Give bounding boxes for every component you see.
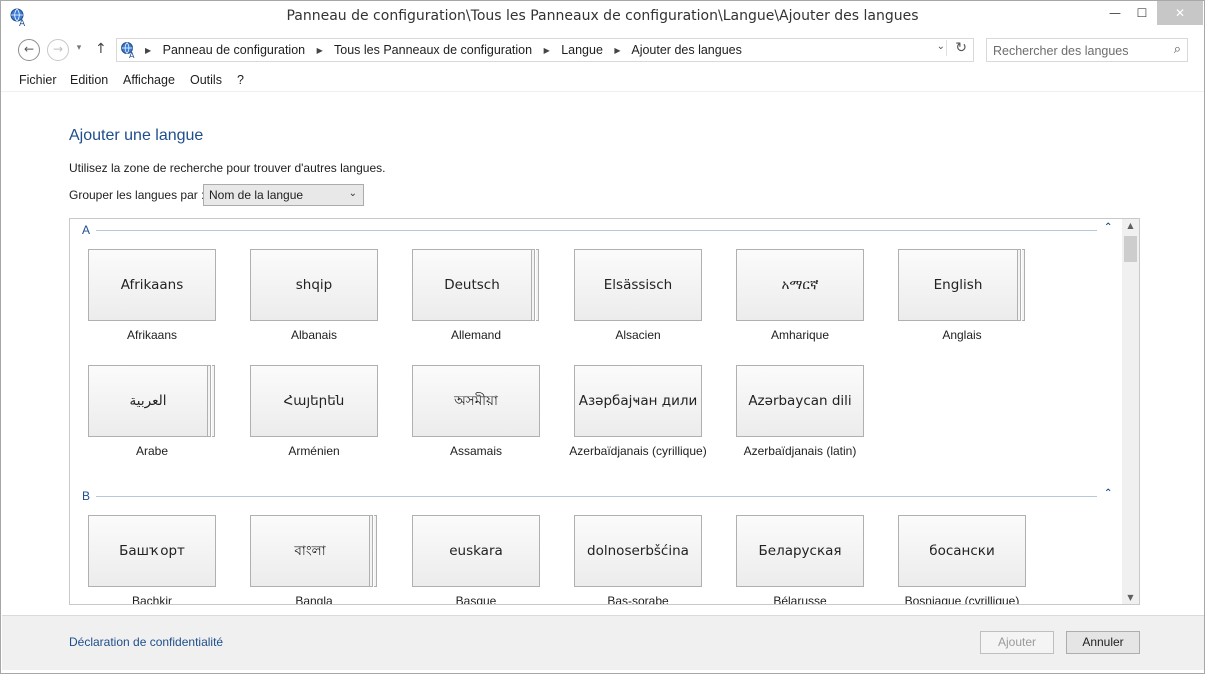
menu-help[interactable]: ? bbox=[237, 73, 244, 87]
menu-outils[interactable]: Outils bbox=[190, 73, 222, 87]
breadcrumb: ▶ Panneau de configuration ▶ Tous les Pa… bbox=[141, 43, 746, 57]
language-tile[interactable]: العربية Arabe bbox=[88, 365, 216, 458]
breadcrumb-item-tous-panneaux[interactable]: Tous les Panneaux de configuration bbox=[334, 43, 532, 57]
language-native-name[interactable]: বাংলা bbox=[250, 515, 370, 587]
forward-button[interactable]: → bbox=[47, 39, 69, 61]
breadcrumb-item-panneau[interactable]: Panneau de configuration bbox=[163, 43, 305, 57]
language-tile[interactable]: Azərbaycan dili Azerbaïdjanais (latin) bbox=[736, 365, 864, 458]
language-tile[interactable]: Deutsch Allemand bbox=[412, 249, 540, 342]
language-native-name[interactable]: Azərbaycan dili bbox=[736, 365, 864, 437]
language-native-name[interactable]: shqip bbox=[250, 249, 378, 321]
maximize-button[interactable]: ☐ bbox=[1125, 1, 1159, 25]
variant-stack-layer bbox=[374, 515, 377, 587]
language-native-name[interactable]: Afrikaans bbox=[88, 249, 216, 321]
language-tile[interactable]: босански Bosniaque (cyrillique) bbox=[898, 515, 1026, 604]
search-hint-text: Utilisez la zone de recherche pour trouv… bbox=[69, 161, 386, 175]
breadcrumb-separator-icon[interactable]: ▶ bbox=[145, 46, 151, 55]
language-tile[interactable]: Азәрбајҹан дили Azerbaïdjanais (cyrilliqu… bbox=[569, 365, 707, 458]
close-button[interactable]: ✕ bbox=[1157, 1, 1203, 25]
address-bar[interactable]: A ▶ Panneau de configuration ▶ Tous les … bbox=[116, 38, 974, 62]
section-header-letter: B bbox=[82, 489, 91, 503]
breadcrumb-separator-icon[interactable]: ▶ bbox=[544, 46, 550, 55]
language-native-name[interactable]: Башҡорт bbox=[88, 515, 216, 587]
language-name-label: Anglais bbox=[942, 328, 982, 342]
page-title: Ajouter une langue bbox=[69, 127, 204, 144]
language-tile[interactable]: Беларуская Bélarusse bbox=[736, 515, 864, 604]
title-bar: A Panneau de configuration\Tous les Pann… bbox=[1, 1, 1204, 33]
breadcrumb-item-ajouter[interactable]: Ajouter des langues bbox=[631, 43, 742, 57]
navigation-bar: ← → ▾ ↑ A ▶ Panneau de configuration ▶ T… bbox=[1, 35, 1204, 65]
vertical-scrollbar[interactable]: ▲ ▼ bbox=[1122, 219, 1139, 604]
scroll-down-arrow-icon[interactable]: ▼ bbox=[1122, 593, 1139, 602]
variant-stack-layer bbox=[212, 365, 215, 437]
up-arrow-icon[interactable]: ↑ bbox=[95, 41, 107, 57]
language-native-name[interactable]: አማርኛ bbox=[736, 249, 864, 321]
breadcrumb-item-langue[interactable]: Langue bbox=[561, 43, 603, 57]
language-tile[interactable]: English Anglais bbox=[898, 249, 1026, 342]
menu-edition[interactable]: Edition bbox=[70, 73, 108, 87]
window-title: Panneau de configuration\Tous les Pannea… bbox=[286, 8, 919, 24]
language-tile[interactable]: shqip Albanais bbox=[250, 249, 378, 342]
language-tile[interactable]: Elsässisch Alsacien bbox=[574, 249, 702, 342]
variant-stack-layer bbox=[532, 249, 535, 321]
scrollbar-thumb[interactable] bbox=[1124, 236, 1137, 262]
window: A Panneau de configuration\Tous les Pann… bbox=[0, 0, 1205, 674]
language-native-name[interactable]: Հայերեն bbox=[250, 365, 378, 437]
language-list-panel[interactable]: ▲ ▼ A ⌃ Afrikaans Afrikaans shqip Albanais Deu… bbox=[69, 218, 1140, 605]
address-dropdown-chevron-icon[interactable]: ⌄ bbox=[937, 41, 945, 52]
language-name-label: Azerbaïdjanais (latin) bbox=[743, 444, 857, 458]
footer-bar: Déclaration de confidentialité Ajouter A… bbox=[2, 615, 1204, 670]
group-by-label: Grouper les langues par : bbox=[69, 188, 205, 202]
language-native-name[interactable]: босански bbox=[898, 515, 1026, 587]
section-divider bbox=[96, 496, 1097, 497]
language-native-name[interactable]: Азәрбајҹан дили bbox=[574, 365, 702, 437]
language-native-name[interactable]: English bbox=[898, 249, 1018, 321]
chevron-down-icon: ⌄ bbox=[348, 188, 357, 199]
variant-stack-layer bbox=[370, 515, 373, 587]
section-divider bbox=[96, 230, 1097, 231]
language-tile[interactable]: বাংলা Bangla bbox=[250, 515, 378, 604]
collapse-chevron-icon[interactable]: ⌃ bbox=[1104, 222, 1112, 233]
menu-fichier[interactable]: Fichier bbox=[19, 73, 57, 87]
language-tile[interactable]: euskara Basque bbox=[412, 515, 540, 604]
search-input[interactable] bbox=[991, 41, 1165, 61]
add-button[interactable]: Ajouter bbox=[980, 631, 1054, 654]
back-button[interactable]: ← bbox=[18, 39, 40, 61]
language-native-name[interactable]: Беларуская bbox=[736, 515, 864, 587]
refresh-icon[interactable]: ↻ bbox=[946, 40, 967, 56]
menu-bar: Fichier Edition Affichage Outils ? bbox=[1, 69, 1204, 92]
group-by-select[interactable]: Nom de la langue ⌄ bbox=[203, 184, 364, 206]
language-native-name[interactable]: dolnoserbšćina bbox=[574, 515, 702, 587]
search-icon[interactable]: ⌕ bbox=[1174, 42, 1181, 57]
cancel-button[interactable]: Annuler bbox=[1066, 631, 1140, 654]
language-native-name[interactable]: Elsässisch bbox=[574, 249, 702, 321]
group-by-value: Nom de la langue bbox=[209, 188, 304, 202]
scroll-up-arrow-icon[interactable]: ▲ bbox=[1122, 221, 1139, 230]
language-native-name[interactable]: অসমীয়া bbox=[412, 365, 540, 437]
language-tile[interactable]: অসমীয়া Assamais bbox=[412, 365, 540, 458]
control-panel-icon: A bbox=[121, 42, 135, 59]
variant-stack-layer bbox=[536, 249, 539, 321]
svg-text:A: A bbox=[129, 51, 135, 59]
breadcrumb-separator-icon[interactable]: ▶ bbox=[317, 46, 323, 55]
collapse-chevron-icon[interactable]: ⌃ bbox=[1104, 488, 1112, 499]
privacy-statement-link[interactable]: Déclaration de confidentialité bbox=[69, 635, 223, 649]
language-tile[interactable]: Afrikaans Afrikaans bbox=[88, 249, 216, 342]
variant-stack-layer bbox=[1022, 249, 1025, 321]
search-box[interactable]: ⌕ bbox=[986, 38, 1188, 62]
recent-locations-chevron-icon[interactable]: ▾ bbox=[73, 39, 85, 61]
language-tile[interactable]: dolnoserbšćina Bas-sorabe bbox=[574, 515, 702, 604]
language-tile[interactable]: Հայերեն Arménien bbox=[250, 365, 378, 458]
language-native-name[interactable]: Deutsch bbox=[412, 249, 532, 321]
language-name-label: Bosniaque (cyrillique) bbox=[904, 594, 1020, 605]
language-native-name[interactable]: العربية bbox=[88, 365, 208, 437]
language-tile[interactable]: Башҡорт Bachkir bbox=[88, 515, 216, 604]
variant-stack-layer bbox=[1018, 249, 1021, 321]
section-header-letter: A bbox=[82, 223, 91, 237]
menu-affichage[interactable]: Affichage bbox=[123, 73, 175, 87]
language-native-name[interactable]: euskara bbox=[412, 515, 540, 587]
variant-stack-layer bbox=[208, 365, 211, 437]
language-tile[interactable]: አማርኛ Amharique bbox=[736, 249, 864, 342]
breadcrumb-separator-icon[interactable]: ▶ bbox=[614, 46, 620, 55]
